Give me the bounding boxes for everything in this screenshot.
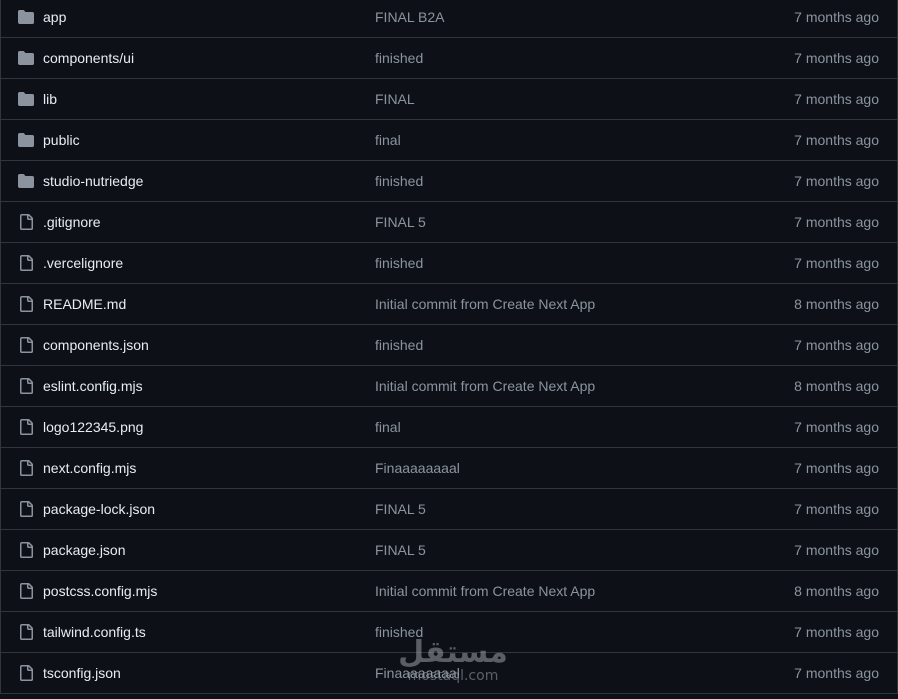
file-icon — [17, 296, 35, 312]
file-row[interactable]: .vercelignore finished 7 months ago — [1, 243, 897, 284]
file-row[interactable]: .gitignore FINAL 5 7 months ago — [1, 202, 897, 243]
commit-time: 7 months ago — [794, 337, 879, 353]
file-row[interactable]: components.json finished 7 months ago — [1, 325, 897, 366]
file-row[interactable]: tailwind.config.ts finished 7 months ago — [1, 612, 897, 653]
file-row[interactable]: README.md Initial commit from Create Next… — [1, 284, 897, 325]
file-name-link[interactable]: README.md — [43, 284, 126, 324]
commit-message-link[interactable]: finished — [375, 161, 423, 201]
commit-message-link[interactable]: finished — [375, 38, 423, 78]
file-name-link[interactable]: eslint.config.mjs — [43, 366, 143, 406]
commit-message-link[interactable]: Finaaaaaaaal — [375, 653, 460, 693]
commit-message-link[interactable]: Finaaaaaaaal — [375, 448, 460, 488]
file-list: app FINAL B2A 7 months ago components/ui fin… — [0, 0, 898, 694]
commit-time: 7 months ago — [794, 542, 879, 558]
commit-message-link[interactable]: Initial commit from Create Next App — [375, 284, 595, 324]
commit-time: 7 months ago — [794, 50, 879, 66]
file-icon — [17, 214, 35, 230]
file-row[interactable]: tsconfig.json Finaaaaaaaal 7 months ago — [1, 653, 897, 694]
file-name-link[interactable]: tailwind.config.ts — [43, 612, 146, 652]
commit-time: 7 months ago — [794, 255, 879, 271]
commit-message-link[interactable]: FINAL B2A — [375, 0, 445, 37]
file-row[interactable]: package.json FINAL 5 7 months ago — [1, 530, 897, 571]
folder-icon — [17, 173, 35, 189]
commit-time: 7 months ago — [794, 9, 879, 25]
folder-row[interactable]: lib FINAL 7 months ago — [1, 79, 897, 120]
commit-time: 8 months ago — [794, 583, 879, 599]
commit-time: 8 months ago — [794, 378, 879, 394]
folder-row[interactable]: app FINAL B2A 7 months ago — [1, 0, 897, 38]
commit-time: 8 months ago — [794, 296, 879, 312]
file-icon — [17, 542, 35, 558]
file-name-link[interactable]: components.json — [43, 325, 149, 365]
file-row[interactable]: logo122345.png final 7 months ago — [1, 407, 897, 448]
file-row[interactable]: package-lock.json FINAL 5 7 months ago — [1, 489, 897, 530]
file-icon — [17, 419, 35, 435]
commit-message-link[interactable]: FINAL 5 — [375, 489, 426, 529]
commit-time: 7 months ago — [794, 91, 879, 107]
folder-row[interactable]: components/ui finished 7 months ago — [1, 38, 897, 79]
file-name-link[interactable]: public — [43, 120, 80, 160]
commit-message-link[interactable]: final — [375, 407, 401, 447]
commit-message-link[interactable]: FINAL 5 — [375, 530, 426, 570]
commit-message-link[interactable]: Initial commit from Create Next App — [375, 571, 595, 611]
file-name-link[interactable]: logo122345.png — [43, 407, 143, 447]
file-icon — [17, 665, 35, 681]
file-icon — [17, 378, 35, 394]
file-icon — [17, 583, 35, 599]
file-name-link[interactable]: app — [43, 0, 66, 37]
commit-message-link[interactable]: FINAL 5 — [375, 202, 426, 242]
commit-message-link[interactable]: finished — [375, 325, 423, 365]
file-name-link[interactable]: studio-nutriedge — [43, 161, 143, 201]
file-name-link[interactable]: package.json — [43, 530, 126, 570]
commit-message-link[interactable]: FINAL — [375, 79, 415, 119]
commit-time: 7 months ago — [794, 460, 879, 476]
folder-row[interactable]: studio-nutriedge finished 7 months ago — [1, 161, 897, 202]
file-icon — [17, 460, 35, 476]
commit-time: 7 months ago — [794, 665, 879, 681]
file-name-link[interactable]: .vercelignore — [43, 243, 123, 283]
file-name-link[interactable]: tsconfig.json — [43, 653, 121, 693]
commit-message-link[interactable]: final — [375, 120, 401, 160]
file-row[interactable]: postcss.config.mjs Initial commit from Cr… — [1, 571, 897, 612]
folder-icon — [17, 91, 35, 107]
file-icon — [17, 337, 35, 353]
file-icon — [17, 255, 35, 271]
commit-time: 7 months ago — [794, 214, 879, 230]
file-name-link[interactable]: package-lock.json — [43, 489, 155, 529]
file-row[interactable]: next.config.mjs Finaaaaaaaal 7 months ago — [1, 448, 897, 489]
commit-time: 7 months ago — [794, 419, 879, 435]
commit-time: 7 months ago — [794, 624, 879, 640]
commit-time: 7 months ago — [794, 501, 879, 517]
file-name-link[interactable]: .gitignore — [43, 202, 101, 242]
file-icon — [17, 624, 35, 640]
folder-icon — [17, 132, 35, 148]
file-name-link[interactable]: lib — [43, 79, 57, 119]
commit-message-link[interactable]: finished — [375, 612, 423, 652]
file-name-link[interactable]: components/ui — [43, 38, 134, 78]
commit-message-link[interactable]: finished — [375, 243, 423, 283]
file-name-link[interactable]: postcss.config.mjs — [43, 571, 157, 611]
folder-row[interactable]: public final 7 months ago — [1, 120, 897, 161]
commit-time: 7 months ago — [794, 132, 879, 148]
file-row[interactable]: eslint.config.mjs Initial commit from Cre… — [1, 366, 897, 407]
commit-time: 7 months ago — [794, 173, 879, 189]
folder-icon — [17, 9, 35, 25]
file-icon — [17, 501, 35, 517]
folder-icon — [17, 50, 35, 66]
commit-message-link[interactable]: Initial commit from Create Next App — [375, 366, 595, 406]
file-name-link[interactable]: next.config.mjs — [43, 448, 136, 488]
